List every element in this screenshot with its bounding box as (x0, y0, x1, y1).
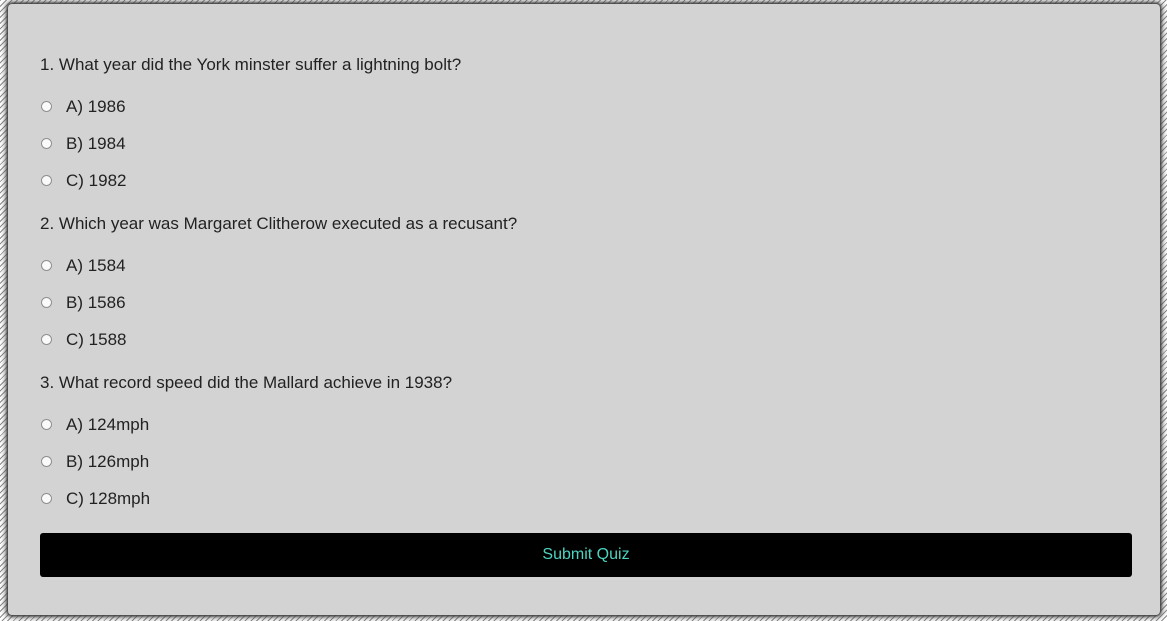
question-text: 1. What year did the York minster suffer… (40, 55, 462, 74)
radio-button[interactable] (41, 456, 52, 467)
option-q1-a[interactable]: A) 1986 (40, 88, 1132, 125)
answer-options: A) 124mph B) 126mph C) 128mph (40, 406, 1132, 517)
option-q3-c[interactable]: C) 128mph (40, 480, 1132, 517)
option-q2-c[interactable]: C) 1588 (40, 321, 1132, 358)
question-3: 3. What record speed did the Mallard ach… (40, 358, 1132, 517)
radio-button[interactable] (41, 419, 52, 430)
answer-options: A) 1584 B) 1586 C) 1588 (40, 247, 1132, 358)
option-label: C) 1588 (66, 329, 127, 349)
radio-button[interactable] (41, 175, 52, 186)
option-label: B) 1586 (66, 292, 126, 312)
option-label: A) 1986 (66, 96, 126, 116)
option-q3-b[interactable]: B) 126mph (40, 443, 1132, 480)
quiz-form: 1. What year did the York minster suffer… (8, 4, 1160, 615)
option-label: A) 124mph (66, 414, 150, 434)
option-q3-a[interactable]: A) 124mph (40, 406, 1132, 443)
option-label: C) 1982 (66, 170, 127, 190)
option-q2-b[interactable]: B) 1586 (40, 284, 1132, 321)
option-q2-a[interactable]: A) 1584 (40, 247, 1132, 284)
question-text: 3. What record speed did the Mallard ach… (40, 373, 453, 392)
radio-button[interactable] (41, 334, 52, 345)
radio-button[interactable] (41, 101, 52, 112)
radio-button[interactable] (41, 493, 52, 504)
radio-button[interactable] (41, 260, 52, 271)
question-text: 2. Which year was Margaret Clitherow exe… (40, 214, 518, 233)
answer-options: A) 1986 B) 1984 C) 1982 (40, 88, 1132, 199)
option-label: B) 1984 (66, 133, 126, 153)
option-label: A) 1584 (66, 255, 126, 275)
option-q1-c[interactable]: C) 1982 (40, 162, 1132, 199)
option-label: C) 128mph (66, 488, 151, 508)
radio-button[interactable] (41, 138, 52, 149)
option-label: B) 126mph (66, 451, 150, 471)
submit-quiz-button[interactable]: Submit Quiz (40, 533, 1132, 577)
radio-button[interactable] (41, 297, 52, 308)
option-q1-b[interactable]: B) 1984 (40, 125, 1132, 162)
question-2: 2. Which year was Margaret Clitherow exe… (40, 199, 1132, 358)
question-1: 1. What year did the York minster suffer… (40, 4, 1132, 199)
